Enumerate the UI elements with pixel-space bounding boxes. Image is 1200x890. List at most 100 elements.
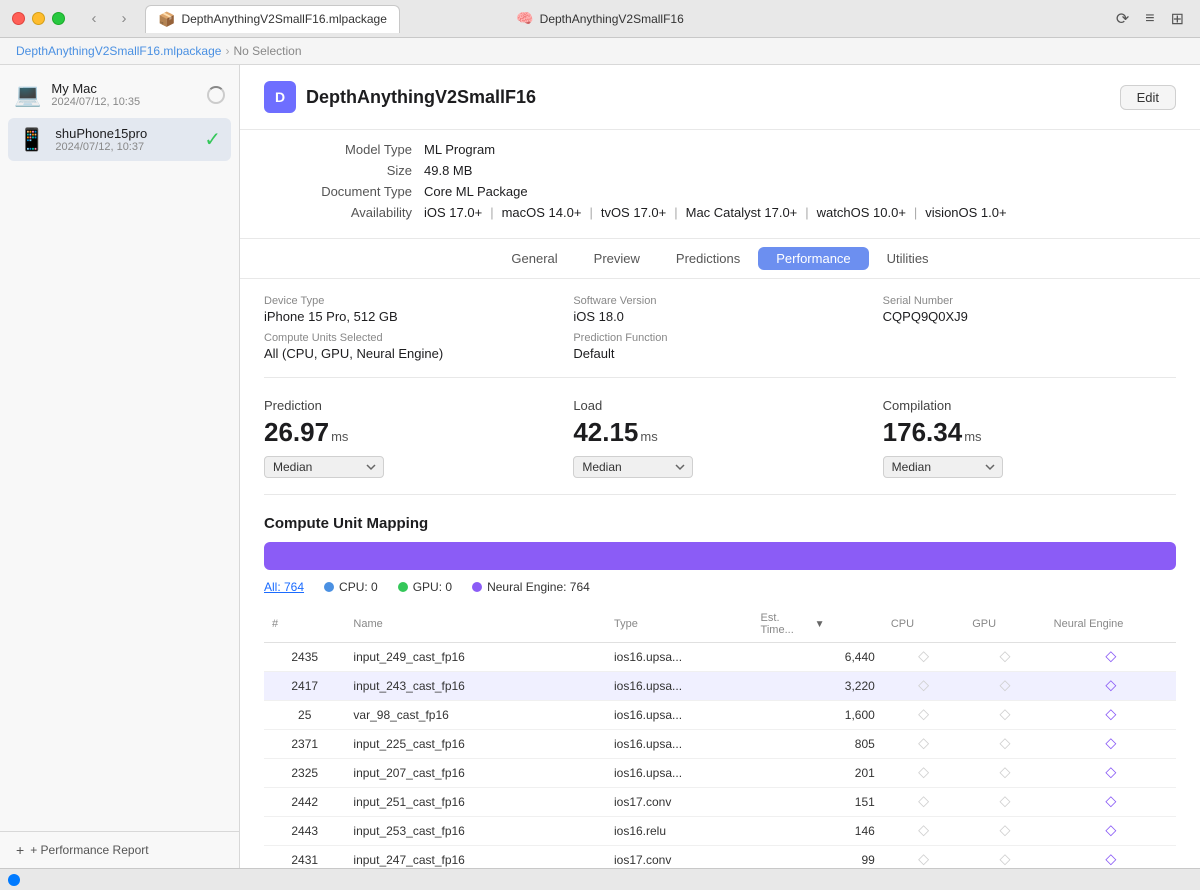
active-tab[interactable]: 📦 DepthAnythingV2SmallF16.mlpackage: [145, 5, 400, 33]
cell-est-time: 1,600: [753, 701, 883, 730]
legend-gpu[interactable]: GPU: 0: [398, 580, 452, 594]
cpu-indicator: ⬦: [918, 648, 929, 665]
legend-cpu-label: CPU: 0: [339, 580, 378, 594]
table-header: # Name Type Est. Time... ▼ CPU GPU Neura…: [264, 606, 1176, 643]
sidebar-toggle-button[interactable]: ⊞: [1167, 7, 1188, 31]
tabs-bar: General Preview Predictions Performance …: [240, 239, 1200, 279]
metric-compilation-select[interactable]: MedianMeanMinMax: [883, 456, 1003, 478]
avail-maccatalyst: Mac Catalyst 17.0+: [686, 205, 798, 220]
detail-software-version-value: iOS 18.0: [573, 309, 866, 324]
sidebar: 💻 My Mac 2024/07/12, 10:35 📱 shuPhone15p…: [0, 65, 240, 868]
status-dot: [8, 874, 20, 886]
cell-neural-engine: ⬦: [1046, 817, 1176, 846]
tab-performance[interactable]: Performance: [758, 247, 868, 270]
cell-neural-engine: ⬦: [1046, 846, 1176, 869]
cell-name: input_247_cast_fp16: [345, 846, 606, 869]
minimize-button[interactable]: [32, 12, 45, 25]
metric-prediction-select[interactable]: MedianMeanMinMax: [264, 456, 384, 478]
mac-date: 2024/07/12, 10:35: [51, 96, 197, 108]
legend-all-label: All: 764: [264, 580, 304, 594]
cpu-indicator: ⬦: [918, 793, 929, 810]
ne-indicator: ⬦: [1105, 764, 1116, 781]
tab-preview[interactable]: Preview: [576, 247, 658, 270]
legend-cpu[interactable]: CPU: 0: [324, 580, 378, 594]
metric-load-select[interactable]: MedianMeanMinMax: [573, 456, 693, 478]
maximize-button[interactable]: [52, 12, 65, 25]
cpu-indicator: ⬦: [918, 677, 929, 694]
cell-est-time: 201: [753, 759, 883, 788]
legend-gpu-label: GPU: 0: [413, 580, 452, 594]
cell-neural-engine: ⬦: [1046, 643, 1176, 672]
tab-general[interactable]: General: [493, 247, 575, 270]
table-row[interactable]: 2325 input_207_cast_fp16 ios16.upsa... 2…: [264, 759, 1176, 788]
device-details: Device Type iPhone 15 Pro, 512 GB Softwa…: [264, 295, 1176, 378]
cell-type: ios16.upsa...: [606, 730, 753, 759]
cell-cpu: ⬦: [883, 817, 964, 846]
menu-button[interactable]: ≡: [1141, 7, 1158, 31]
metric-load-select-wrapper: MedianMeanMinMax: [573, 456, 866, 478]
th-neural-engine[interactable]: Neural Engine: [1046, 606, 1176, 643]
detail-compute-units-value: All (CPU, GPU, Neural Engine): [264, 346, 557, 361]
gpu-indicator: ⬦: [999, 677, 1010, 694]
th-num[interactable]: #: [264, 606, 345, 643]
th-est-time[interactable]: Est. Time... ▼: [753, 606, 833, 642]
cell-num: 2435: [264, 643, 345, 672]
main-layout: 💻 My Mac 2024/07/12, 10:35 📱 shuPhone15p…: [0, 65, 1200, 868]
breadcrumb-item-1[interactable]: DepthAnythingV2SmallF16.mlpackage: [16, 44, 221, 58]
cell-neural-engine: ⬦: [1046, 701, 1176, 730]
gpu-indicator: ⬦: [999, 648, 1010, 665]
back-button[interactable]: ‹: [81, 9, 107, 29]
tab-predictions[interactable]: Predictions: [658, 247, 758, 270]
ne-indicator: ⬦: [1105, 793, 1116, 810]
mac-loading-spinner: [207, 86, 225, 104]
close-button[interactable]: [12, 12, 25, 25]
cell-num: 2325: [264, 759, 345, 788]
cell-name: input_251_cast_fp16: [345, 788, 606, 817]
cell-neural-engine: ⬦: [1046, 730, 1176, 759]
cell-est-time: 6,440: [753, 643, 883, 672]
table-row[interactable]: 2442 input_251_cast_fp16 ios17.conv 151 …: [264, 788, 1176, 817]
tab-utilities[interactable]: Utilities: [869, 247, 947, 270]
cpu-indicator: ⬦: [918, 735, 929, 752]
avail-tvos: tvOS 17.0+: [601, 205, 666, 220]
forward-button[interactable]: ›: [111, 9, 137, 29]
detail-software-version-label: Software Version: [573, 295, 866, 307]
avail-watchos: watchOS 10.0+: [817, 205, 906, 220]
detail-device-type: Device Type iPhone 15 Pro, 512 GB: [264, 295, 557, 324]
table-row[interactable]: 25 var_98_cast_fp16 ios16.upsa... 1,600 …: [264, 701, 1176, 730]
legend-all[interactable]: All: 764: [264, 580, 304, 594]
traffic-lights: [12, 12, 65, 25]
add-performance-report[interactable]: + + Performance Report: [0, 831, 239, 868]
table-row[interactable]: 2417 input_243_cast_fp16 ios16.upsa... 3…: [264, 672, 1176, 701]
detail-device-type-label: Device Type: [264, 295, 557, 307]
metric-load-label: Load: [573, 398, 866, 413]
model-logo-text: D: [275, 89, 285, 105]
table-row[interactable]: 2371 input_225_cast_fp16 ios16.upsa... 8…: [264, 730, 1176, 759]
meta-size-value: 49.8 MB: [424, 163, 472, 178]
cell-est-time: 146: [753, 817, 883, 846]
cell-name: input_225_cast_fp16: [345, 730, 606, 759]
metric-prediction-value: 26.97 ms: [264, 417, 557, 448]
table-row[interactable]: 2435 input_249_cast_fp16 ios16.upsa... 6…: [264, 643, 1176, 672]
edit-button[interactable]: Edit: [1120, 85, 1176, 110]
sidebar-item-my-mac[interactable]: 💻 My Mac 2024/07/12, 10:35: [0, 73, 239, 116]
metric-compilation-label: Compilation: [883, 398, 1176, 413]
metric-prediction-select-wrapper: MedianMeanMinMax: [264, 456, 557, 478]
legend-neural-engine[interactable]: Neural Engine: 764: [472, 580, 590, 594]
th-gpu[interactable]: GPU: [964, 606, 1045, 643]
table-row[interactable]: 2443 input_253_cast_fp16 ios16.relu 146 …: [264, 817, 1176, 846]
refresh-button[interactable]: ⟳: [1112, 7, 1133, 31]
meta-doc-type: Document Type Core ML Package: [264, 184, 1176, 199]
metrics-grid: Prediction 26.97 ms MedianMeanMinMax Loa…: [264, 398, 1176, 495]
cell-gpu: ⬦: [964, 788, 1045, 817]
gpu-indicator: ⬦: [999, 706, 1010, 723]
gpu-indicator: ⬦: [999, 735, 1010, 752]
cell-type: ios16.upsa...: [606, 759, 753, 788]
table-body: 2435 input_249_cast_fp16 ios16.upsa... 6…: [264, 643, 1176, 869]
th-name[interactable]: Name: [345, 606, 606, 643]
add-report-icon: +: [16, 842, 24, 858]
th-type[interactable]: Type: [606, 606, 753, 643]
table-row[interactable]: 2431 input_247_cast_fp16 ios17.conv 99 ⬦…: [264, 846, 1176, 869]
th-cpu[interactable]: CPU: [883, 606, 964, 643]
sidebar-item-shuphone[interactable]: 📱 shuPhone15pro 2024/07/12, 10:37 ✓: [8, 118, 231, 161]
